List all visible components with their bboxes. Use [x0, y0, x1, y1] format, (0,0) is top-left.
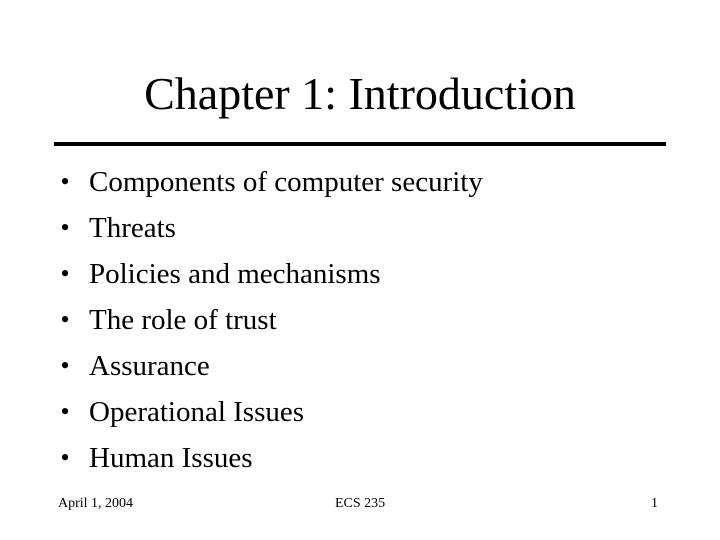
bullet-text: The role of trust: [89, 304, 277, 336]
bullet-icon: •: [60, 397, 70, 426]
footer-date: April 1, 2004: [58, 496, 134, 511]
bullet-icon: •: [60, 259, 70, 288]
bullet-item: • Assurance: [0, 343, 720, 389]
bullet-text: Operational Issues: [89, 396, 305, 428]
bullet-text: Policies and mechanisms: [89, 258, 381, 290]
footer-course: ECS 235: [335, 496, 386, 511]
bullet-list: • Components of computer security • Thre…: [0, 159, 720, 481]
bullet-icon: •: [60, 213, 70, 242]
title-underline-rule: [54, 142, 666, 146]
bullet-text: Components of computer security: [89, 166, 483, 198]
bullet-icon: •: [60, 443, 70, 472]
bullet-item: • The role of trust: [0, 297, 720, 343]
bullet-item: • Policies and mechanisms: [0, 251, 720, 297]
bullet-item: • Threats: [0, 205, 720, 251]
bullet-item: • Human Issues: [0, 435, 720, 481]
bullet-text: Assurance: [89, 350, 210, 382]
bullet-text: Threats: [89, 212, 176, 244]
bullet-icon: •: [60, 167, 70, 196]
bullet-text: Human Issues: [89, 442, 253, 474]
bullet-item: • Operational Issues: [0, 389, 720, 435]
bullet-item: • Components of computer security: [0, 159, 720, 205]
footer-page-number: 1: [651, 496, 658, 511]
bullet-icon: •: [60, 351, 70, 380]
bullet-icon: •: [60, 305, 70, 334]
slide-title: Chapter 1: Introduction: [144, 68, 576, 119]
